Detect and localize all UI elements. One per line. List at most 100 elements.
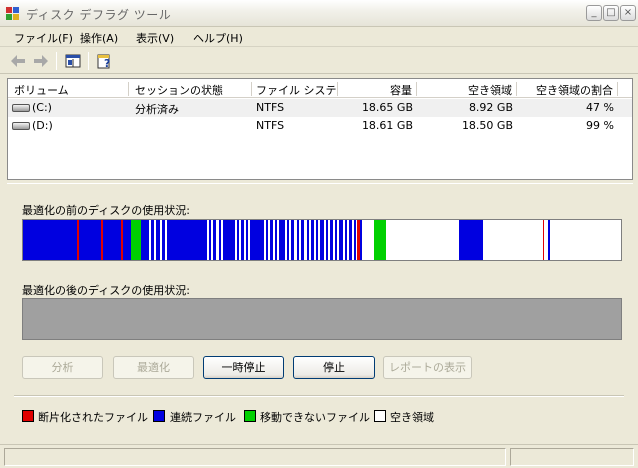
usage-segment: [209, 220, 211, 260]
usage-segment: [543, 220, 544, 260]
help-icon[interactable]: ?: [96, 52, 114, 70]
usage-segment: [23, 220, 77, 260]
menu-file[interactable]: ファイル(F): [14, 30, 73, 46]
table-row[interactable]: (C:) 分析済み NTFS 18.65 GB 8.92 GB 47 %: [8, 99, 632, 117]
usage-segment: [103, 220, 121, 260]
after-usage-label: 最適化の後のディスクの使用状況:: [22, 284, 190, 297]
before-usage-display: [22, 219, 622, 261]
minimize-button[interactable]: _: [586, 5, 602, 21]
usage-segment: [250, 220, 264, 260]
legend-label-contiguous: 連続ファイル: [170, 411, 236, 424]
usage-segment: [141, 220, 149, 260]
file-system: NTFS: [256, 101, 285, 114]
free-space-pct: 99 %: [586, 119, 614, 132]
usage-segment: [275, 220, 277, 260]
usage-segment: [326, 220, 328, 260]
console-tree-icon[interactable]: [64, 52, 82, 70]
window-title: ディスク デフラグ ツール: [26, 8, 172, 22]
usage-segment: [354, 220, 356, 260]
view-report-button[interactable]: レポートの表示: [383, 356, 472, 379]
column-header-free[interactable]: 空き領域: [420, 82, 517, 96]
table-row[interactable]: (D:) NTFS 18.61 GB 18.50 GB 99 %: [8, 117, 632, 135]
free-space: 8.92 GB: [468, 101, 513, 114]
legend-label-free: 空き領域: [390, 411, 434, 424]
usage-segment: [548, 220, 550, 260]
after-usage-display: [22, 298, 622, 340]
free-space: 18.50 GB: [461, 119, 513, 132]
usage-segment: [345, 220, 347, 260]
free-space-pct: 47 %: [586, 101, 614, 114]
defrag-app-icon: [6, 7, 19, 20]
pause-button[interactable]: 一時停止: [203, 356, 284, 379]
hard-drive-icon: [12, 104, 30, 112]
defragment-button[interactable]: 最適化: [113, 356, 194, 379]
usage-segment: [307, 220, 309, 260]
usage-segment: [246, 220, 248, 260]
usage-segment: [223, 220, 235, 260]
forward-arrow-icon[interactable]: [32, 52, 50, 70]
usage-segment: [131, 220, 141, 260]
usage-segment: [316, 220, 318, 260]
menu-view[interactable]: 表示(V): [136, 30, 174, 46]
legend-swatch-free: [374, 410, 386, 422]
toolbar-separator: [88, 52, 89, 70]
usage-segment: [335, 220, 337, 260]
usage-segment: [287, 220, 289, 260]
usage-segment: [374, 220, 386, 260]
status-pane-secondary: [510, 448, 634, 466]
usage-segment: [79, 220, 101, 260]
usage-segment: [330, 220, 333, 260]
divider: [14, 395, 624, 397]
usage-segment: [459, 220, 481, 260]
menu-action[interactable]: 操作(A): [80, 30, 118, 46]
maximize-button[interactable]: □: [603, 5, 619, 21]
back-arrow-icon[interactable]: [9, 52, 27, 70]
status-pane-main: [4, 448, 506, 466]
stop-button[interactable]: 停止: [293, 356, 375, 379]
legend-label-fragmented: 断片化されたファイル: [38, 411, 148, 424]
usage-segment: [301, 220, 304, 260]
usage-segment: [270, 220, 273, 260]
capacity: 18.61 GB: [361, 119, 413, 132]
usage-segment: [167, 220, 207, 260]
capacity: 18.65 GB: [361, 101, 413, 114]
status-bar: [0, 444, 638, 468]
menu-help[interactable]: ヘルプ(H): [193, 30, 243, 46]
toolbar-separator: [56, 52, 57, 70]
usage-segment: [266, 220, 268, 260]
close-button[interactable]: ×: [620, 5, 636, 21]
volume-list[interactable]: ボリューム セッションの状態 ファイル システム 容量 空き領域 空き領域の割合…: [7, 78, 633, 180]
analyze-button[interactable]: 分析: [22, 356, 103, 379]
session-status: 分析済み: [135, 103, 179, 116]
column-header-filesystem[interactable]: ファイル システム: [256, 82, 338, 96]
usage-segment: [291, 220, 294, 260]
legend-swatch-fragmented: [22, 410, 34, 422]
usage-segment: [279, 220, 285, 260]
hard-drive-icon: [12, 122, 30, 130]
column-header-status[interactable]: セッションの状態: [135, 82, 252, 96]
column-header-volume[interactable]: ボリューム: [14, 82, 129, 96]
volume-name: (D:): [32, 119, 53, 132]
usage-segment: [481, 220, 483, 260]
usage-segment: [213, 220, 216, 260]
usage-segment: [339, 220, 343, 260]
legend-label-unmovable: 移動できないファイル: [260, 411, 370, 424]
before-usage-label: 最適化の前のディスクの使用状況:: [22, 204, 190, 217]
usage-segment: [151, 220, 154, 260]
legend-swatch-unmovable: [244, 410, 256, 422]
toolbar: ?: [0, 48, 638, 74]
usage-segment: [156, 220, 160, 260]
usage-segment: [311, 220, 314, 260]
file-system: NTFS: [256, 119, 285, 132]
title-bar: ディスク デフラグ ツール _ □ ×: [0, 0, 638, 27]
usage-segment: [241, 220, 244, 260]
menu-bar: ファイル(F) 操作(A) 表示(V) ヘルプ(H): [0, 27, 638, 47]
usage-segment: [237, 220, 239, 260]
legend-swatch-contiguous: [153, 410, 165, 422]
volume-name: (C:): [32, 101, 52, 114]
usage-segment: [123, 220, 131, 260]
column-header-capacity[interactable]: 容量: [341, 82, 417, 96]
usage-segment: [349, 220, 352, 260]
column-header-free-pct[interactable]: 空き領域の割合: [520, 82, 618, 96]
usage-segment: [297, 220, 299, 260]
